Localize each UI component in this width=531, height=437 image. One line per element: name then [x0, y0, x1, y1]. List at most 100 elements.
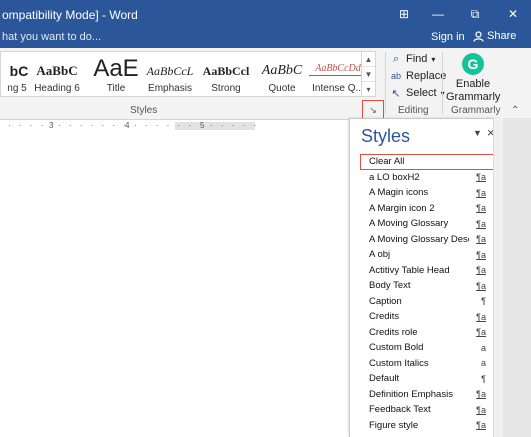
clear-all-item[interactable]: Clear All [360, 154, 494, 170]
minimize-button[interactable]: — [421, 0, 455, 28]
style-name: Quote [268, 83, 296, 94]
linked-style-icon: ¶a [476, 203, 486, 214]
pane-options-icon[interactable]: ▼ [473, 128, 482, 138]
replace-label: Replace [406, 70, 447, 82]
collapse-ribbon-icon[interactable]: ⌃ [511, 105, 519, 116]
style-label: Credits role [369, 326, 418, 338]
ribbon-display-options-icon[interactable]: ⊞ [387, 0, 421, 28]
person-icon [473, 30, 484, 42]
style-list-item[interactable]: A Magin icons ¶a [360, 185, 494, 201]
style-list-item[interactable]: Custom Italics a [360, 356, 494, 372]
styles-pane-scrollbar[interactable] [493, 118, 503, 437]
linked-style-icon: ¶a [476, 187, 486, 198]
grammarly-icon: G [462, 53, 484, 75]
style-list-item[interactable]: Definition Emphasis ¶a [360, 387, 494, 403]
linked-style-icon: ¶a [476, 249, 486, 260]
scroll-up-icon[interactable]: ▲ [362, 52, 375, 67]
ruler-mark: 5 [200, 121, 205, 130]
linked-style-icon: ¶a [476, 389, 486, 400]
styles-pane: Styles ▼ × Clear All a LO boxH2 ¶a A Magi… [349, 118, 501, 437]
find-button[interactable]: ⌕ Find ▾ [390, 51, 436, 67]
style-sample: AaBbC [36, 63, 78, 78]
restore-button[interactable]: ⧉ [458, 0, 492, 28]
styles-pane-title: Styles [361, 126, 411, 146]
style-name: Title [106, 83, 126, 94]
style-list-item[interactable]: Feedback Text ¶a [360, 402, 494, 418]
window-title: ompatibility Mode] - Word [2, 8, 138, 22]
replace-button[interactable]: ab Replace [390, 68, 446, 84]
styles-list: Clear All a LO boxH2 ¶a A Magin icons ¶a A… [360, 154, 494, 433]
style-list-item[interactable]: Credits role ¶a [360, 325, 494, 341]
style-label: Feedback Text [369, 404, 431, 416]
enable-grammarly-button[interactable]: G Enable Grammarly [446, 51, 500, 104]
style-name: Emphasis [148, 83, 192, 94]
paragraph-style-icon: ¶ [481, 373, 486, 384]
replace-icon: ab [390, 71, 401, 81]
style-intense-quote[interactable]: AaBbCcDd Intense Q... [309, 52, 362, 96]
style-title[interactable]: AaE Title [87, 52, 145, 96]
style-label: Default [369, 373, 400, 385]
style-name: Strong [211, 83, 241, 94]
style-emphasis[interactable]: AaBbCcL Emphasis [141, 52, 199, 96]
style-list-item[interactable]: A obj ¶a [360, 247, 494, 263]
style-label: A Magin icons [369, 187, 429, 199]
styles-gallery: bC ng 5 AaBbC Heading 6 AaE Title AaBbCc… [0, 51, 362, 97]
styles-group-label: Styles [130, 105, 158, 116]
horizontal-ruler[interactable]: · · · · 3 · · · · · · · 4 · · · · · · 5 … [0, 121, 349, 131]
linked-style-icon: ¶a [476, 172, 486, 183]
sign-in-link[interactable]: Sign in [431, 31, 465, 43]
style-list-item[interactable]: Actitivy Table Head ¶a [360, 263, 494, 279]
scroll-down-icon[interactable]: ▼ [362, 67, 375, 82]
style-list-item[interactable]: Credits ¶a [360, 309, 494, 325]
style-label: Custom Bold [369, 342, 424, 354]
style-label: A Moving Glossary [369, 218, 449, 230]
linked-style-icon: ¶a [476, 404, 486, 415]
share-button[interactable]: Share [473, 30, 516, 42]
style-list-item[interactable]: Custom Bold a [360, 340, 494, 356]
ruler-ticks: · · · · · · [134, 121, 195, 130]
find-label: Find [406, 53, 428, 65]
style-name: Intense Q... [312, 83, 362, 94]
style-list-item[interactable]: Caption ¶ [360, 294, 494, 310]
styles-dialog-launcher[interactable]: ↘ [362, 100, 384, 120]
style-list-item[interactable]: a LO boxH2 ¶a [360, 170, 494, 186]
style-label: A obj [369, 249, 391, 261]
select-button[interactable]: ↖ Select ▾ [390, 85, 444, 101]
close-button[interactable]: ✕ [496, 0, 530, 28]
linked-style-icon: ¶a [476, 327, 486, 338]
style-list-item[interactable]: A Margin icon 2 ¶a [360, 201, 494, 217]
share-label: Share [487, 30, 517, 42]
style-label: Body Text [369, 280, 411, 292]
select-label: Select [406, 87, 437, 99]
document-canvas[interactable] [0, 131, 349, 437]
gallery-more-icon[interactable]: ▾ [362, 82, 375, 97]
style-sample: AaBbCcDd [309, 61, 361, 76]
style-list-item[interactable]: A Moving Glossary Descr ¶a [360, 232, 494, 248]
search-icon: ⌕ [392, 52, 400, 65]
editing-group-label: Editing [398, 105, 429, 116]
tell-me-input[interactable]: hat you want to do... [2, 31, 101, 43]
style-label: Credits [369, 311, 400, 323]
ribbon: bC ng 5 AaBbC Heading 6 AaE Title AaBbCc… [0, 48, 531, 120]
style-sample: AaBbCcL [146, 64, 194, 78]
dialog-launcher-icon: ↘ [369, 104, 377, 115]
style-label: a LO boxH2 [369, 171, 420, 183]
grammarly-label-2: Grammarly [446, 91, 501, 103]
grammarly-label-1: Enable [455, 78, 491, 90]
style-sample: AaE [93, 56, 139, 82]
style-sample: AaBbCcl [202, 64, 250, 78]
style-list-item[interactable]: Body Text ¶a [360, 278, 494, 294]
linked-style-icon: ¶a [476, 280, 486, 291]
style-list-item[interactable]: Figure style ¶a [360, 418, 494, 434]
style-list-item[interactable]: A Moving Glossary ¶a [360, 216, 494, 232]
linked-style-icon: ¶a [476, 218, 486, 229]
style-list-item[interactable]: Default ¶ [360, 371, 494, 387]
gallery-scroll[interactable]: ▲ ▼ ▾ [362, 51, 376, 97]
style-quote[interactable]: AaBbC Quote [253, 52, 311, 96]
style-strong[interactable]: AaBbCcl Strong [197, 52, 255, 96]
style-heading-6[interactable]: AaBbC Heading 6 [28, 52, 86, 96]
linked-style-icon: ¶a [476, 234, 486, 245]
style-label: Clear All [369, 156, 405, 168]
character-style-icon: a [480, 358, 486, 369]
grammarly-group-label: Grammarly [451, 105, 501, 116]
